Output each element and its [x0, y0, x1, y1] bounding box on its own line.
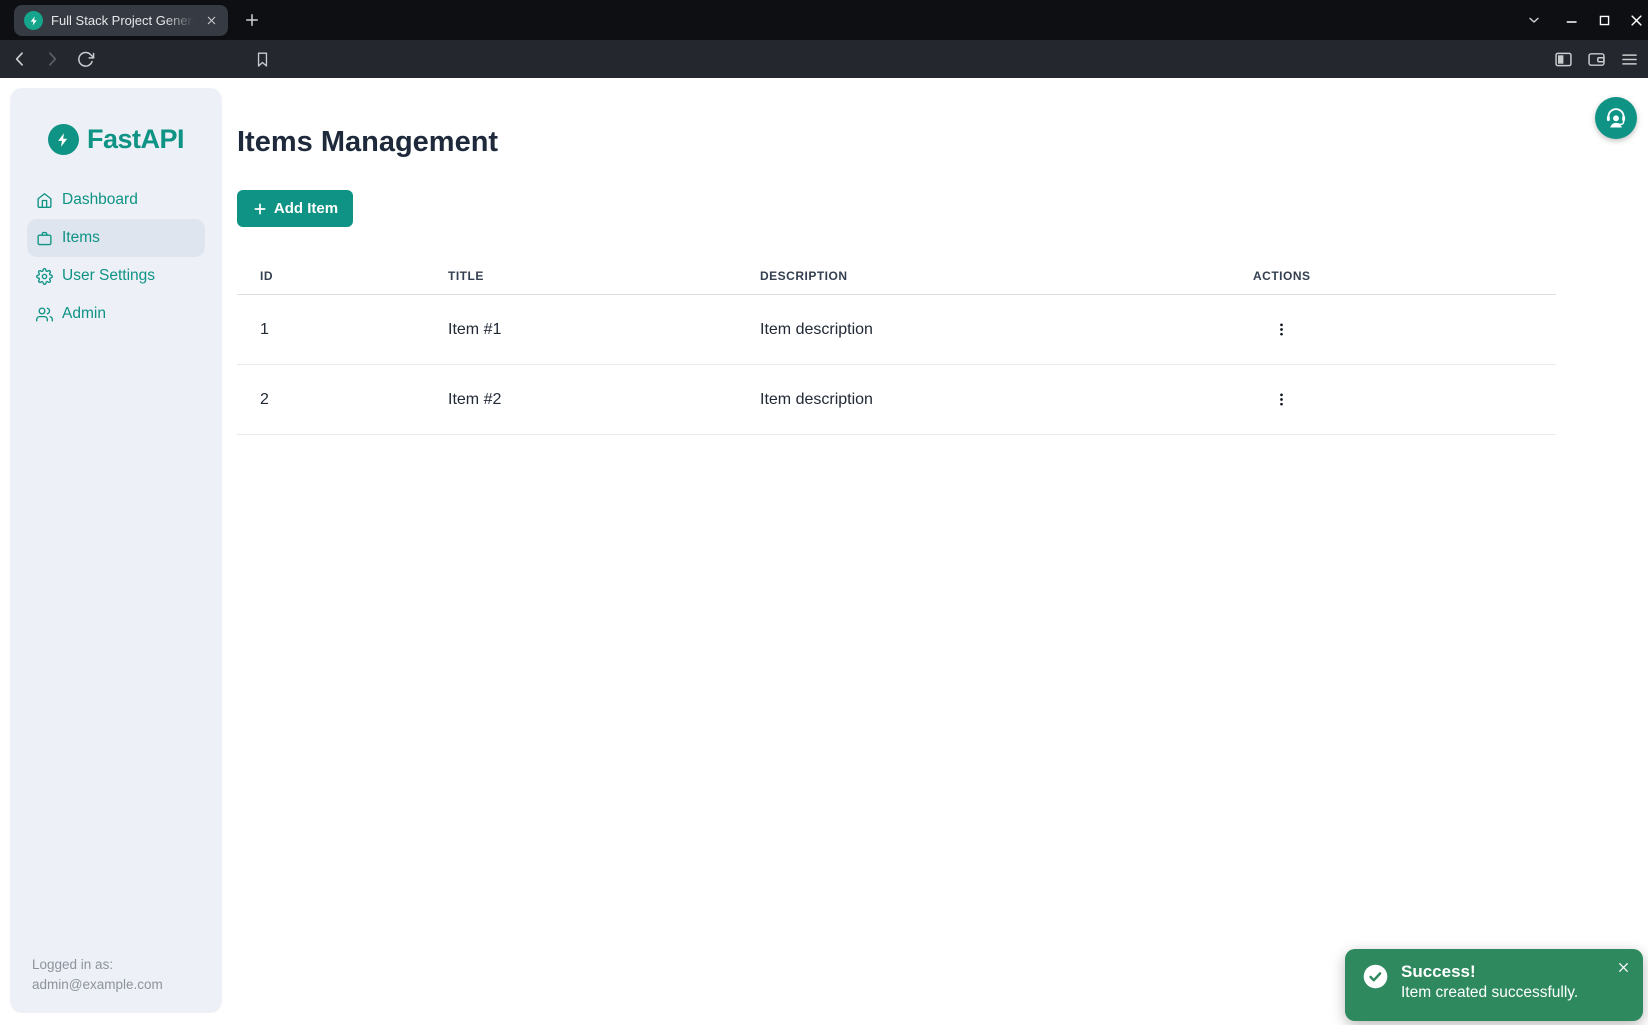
app-page: FastAPI Dashboard Items User Settings — [0, 78, 1648, 1025]
fastapi-logo: FastAPI — [10, 124, 222, 155]
new-tab-button[interactable] — [241, 9, 263, 31]
cell-title: Item #1 — [448, 321, 760, 339]
sidebar-item-admin[interactable]: Admin — [10, 295, 222, 333]
sidebar-item-label: Items — [62, 229, 100, 247]
kebab-icon — [1273, 391, 1290, 408]
column-header-actions: ACTIONS — [1253, 269, 1556, 283]
table-row: 1 Item #1 Item description — [237, 295, 1556, 365]
sidebar-item-label: User Settings — [62, 267, 155, 285]
cell-description: Item description — [760, 321, 1253, 339]
items-table: ID TITLE DESCRIPTION ACTIONS 1 Item #1 I… — [237, 258, 1556, 435]
gear-icon — [36, 268, 53, 285]
logo-text: FastAPI — [87, 124, 184, 155]
briefcase-icon — [36, 230, 53, 247]
sidebar-item-label: Dashboard — [62, 191, 138, 209]
column-header-title: TITLE — [448, 269, 760, 283]
bookmark-icon[interactable] — [251, 48, 273, 70]
page-title: Items Management — [237, 126, 498, 159]
toast-title: Success! — [1401, 961, 1578, 982]
tab-title: Full Stack Project Genera — [51, 13, 197, 28]
logged-in-status: Logged in as: admin@example.com — [32, 955, 163, 995]
user-avatar-button[interactable] — [1595, 97, 1637, 139]
logged-in-email: admin@example.com — [32, 975, 163, 995]
window-close-button[interactable] — [1625, 9, 1647, 31]
browser-toolbar: localhost/items 1 — [0, 40, 1648, 78]
cell-description: Item description — [760, 391, 1253, 409]
sidebar: FastAPI Dashboard Items User Settings — [10, 88, 222, 1013]
column-header-description: DESCRIPTION — [760, 269, 1253, 283]
table-header-row: ID TITLE DESCRIPTION ACTIONS — [237, 258, 1556, 295]
column-header-id: ID — [237, 269, 448, 283]
window-maximize-button[interactable] — [1593, 9, 1615, 31]
logged-in-label: Logged in as: — [32, 955, 163, 975]
table-row: 2 Item #2 Item description — [237, 365, 1556, 435]
cell-id: 2 — [237, 391, 448, 409]
menu-icon[interactable] — [1618, 48, 1640, 70]
sidebar-item-dashboard[interactable]: Dashboard — [10, 181, 222, 219]
fastapi-bolt-icon — [48, 124, 79, 155]
row-actions-menu-button[interactable] — [1267, 316, 1295, 344]
cell-title: Item #2 — [448, 391, 760, 409]
success-toast: Success! Item created successfully. — [1345, 949, 1643, 1021]
support-agent-icon — [1603, 105, 1629, 131]
toast-message: Item created successfully. — [1401, 982, 1578, 1004]
forward-button[interactable] — [41, 48, 63, 70]
tab-close-icon[interactable] — [202, 12, 220, 30]
fastapi-favicon-icon — [24, 11, 43, 30]
add-item-label: Add Item — [274, 200, 338, 217]
sidebar-item-user-settings[interactable]: User Settings — [10, 257, 222, 295]
add-item-button[interactable]: Add Item — [237, 190, 353, 227]
tab-search-chevron-icon[interactable] — [1523, 9, 1545, 31]
browser-tab-bar: Full Stack Project Genera — [0, 0, 1648, 40]
row-actions-menu-button[interactable] — [1267, 386, 1295, 414]
users-icon — [36, 306, 53, 323]
kebab-icon — [1273, 321, 1290, 338]
sidebar-item-label: Admin — [62, 305, 106, 323]
wallet-icon[interactable] — [1585, 48, 1607, 70]
sidebar-nav: Dashboard Items User Settings Admin — [10, 181, 222, 333]
browser-tab[interactable]: Full Stack Project Genera — [14, 5, 228, 36]
window-minimize-button[interactable] — [1561, 9, 1583, 31]
toast-close-button[interactable] — [1613, 957, 1633, 977]
sidebar-item-items[interactable]: Items — [27, 219, 205, 257]
sidebar-toggle-icon[interactable] — [1552, 48, 1574, 70]
back-button[interactable] — [9, 48, 31, 70]
plus-icon — [252, 201, 268, 217]
reload-button[interactable] — [74, 48, 96, 70]
home-icon — [36, 192, 53, 209]
cell-id: 1 — [237, 321, 448, 339]
check-circle-icon — [1362, 963, 1389, 990]
